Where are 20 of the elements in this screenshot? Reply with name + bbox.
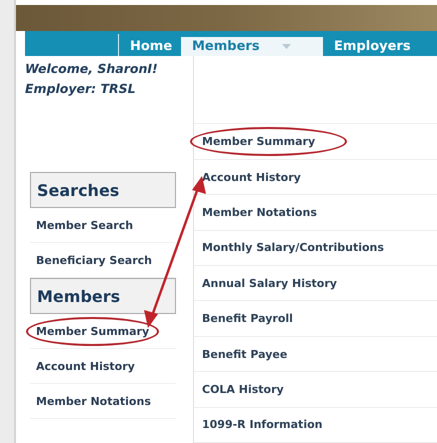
menu-item[interactable]: Benefit Payroll — [190, 304, 305, 334]
menu-item[interactable]: Monthly Salary/Contributions — [190, 233, 396, 262]
sidebar-link[interactable]: Member Notations — [26, 386, 161, 416]
sidebar-link[interactable]: Member Search — [26, 210, 144, 240]
menu-item[interactable]: Account History — [190, 162, 313, 192]
employer-text: Employer: TRSL — [25, 80, 137, 98]
menu-item[interactable]: 1099-R Information — [190, 410, 334, 440]
nav-tab[interactable]: Home — [119, 31, 181, 56]
menu-item[interactable]: Annual Salary History — [190, 268, 349, 298]
menu-item[interactable]: Benefit Payee — [190, 340, 300, 369]
sidebar-link[interactable]: Beneficiary Search — [26, 246, 162, 275]
welcome-text: Welcome, SharonI! — [25, 60, 159, 78]
menu-item[interactable]: COLA History — [190, 374, 296, 404]
section-header: Searches — [30, 172, 176, 208]
sidebar-link[interactable]: Account History — [26, 352, 145, 381]
section-header: Members — [30, 278, 176, 314]
nav-tab[interactable]: Employers — [323, 31, 422, 56]
menu-item[interactable]: Member Notations — [190, 198, 329, 227]
nav-tab[interactable]: Members — [181, 37, 323, 56]
menu-item[interactable]: Member Summary — [190, 127, 348, 156]
